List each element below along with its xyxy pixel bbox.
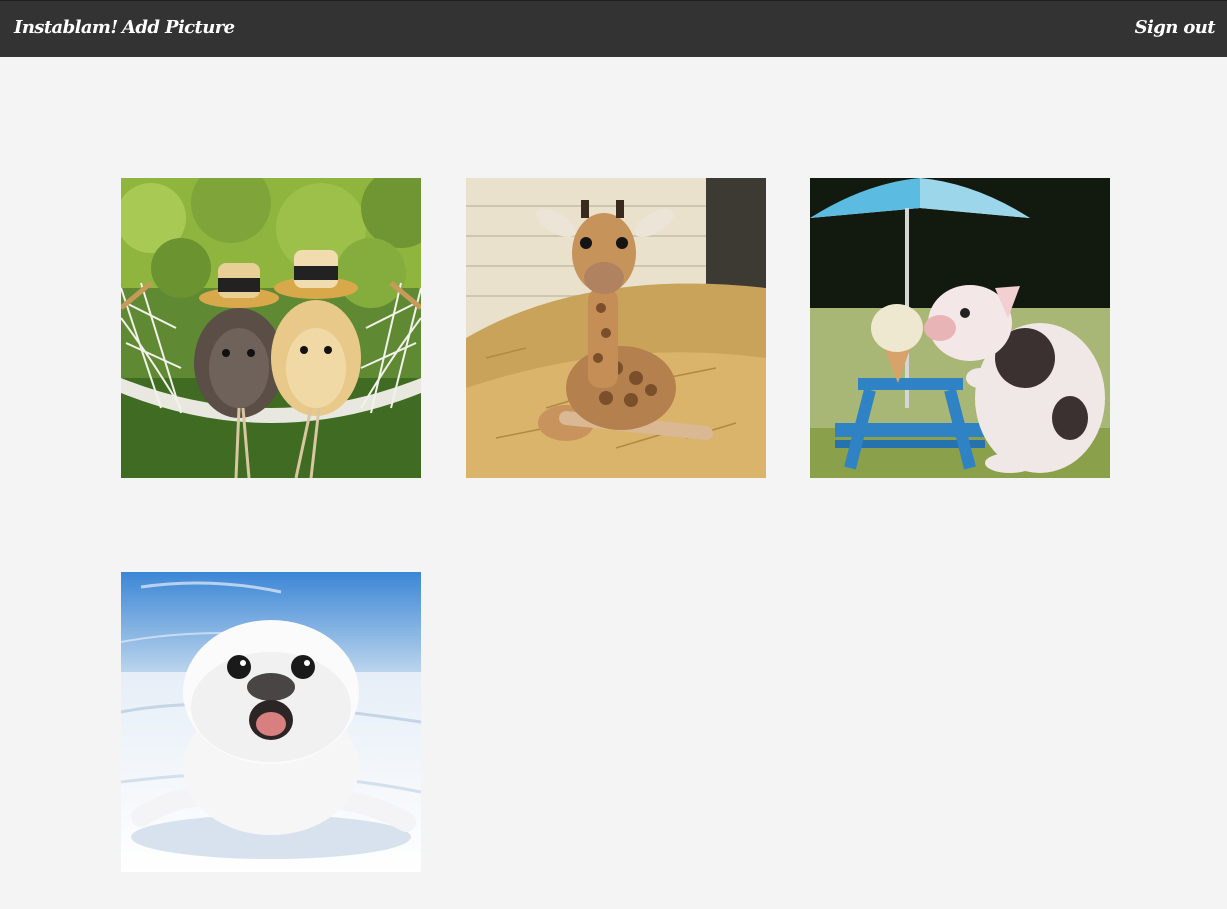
picture-tile[interactable] bbox=[121, 572, 421, 872]
picture-gallery bbox=[0, 57, 1227, 909]
picture-tile[interactable] bbox=[466, 178, 766, 478]
sign-out-link[interactable]: Sign out bbox=[1135, 17, 1216, 38]
guinea-pigs-image bbox=[121, 178, 421, 478]
piglet-ice-cream-image bbox=[810, 178, 1110, 478]
baby-seal-image bbox=[121, 572, 421, 872]
picture-tile[interactable] bbox=[121, 178, 421, 478]
add-picture-link[interactable]: Add Picture bbox=[122, 17, 235, 38]
baby-giraffe-image bbox=[466, 178, 766, 478]
picture-tile[interactable] bbox=[810, 178, 1110, 478]
brand-link[interactable]: Instablam! bbox=[14, 17, 118, 38]
top-navbar: Instablam! Add Picture Sign out bbox=[0, 0, 1227, 57]
